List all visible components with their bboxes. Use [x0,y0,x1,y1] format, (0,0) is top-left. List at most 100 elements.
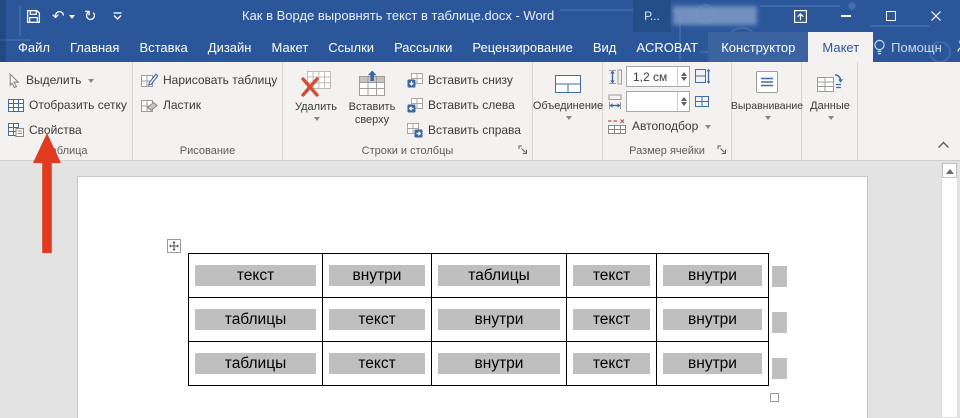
merge-button[interactable]: Объединение [533,62,603,123]
table-move-handle[interactable] [167,239,181,253]
table-cell[interactable]: таблицы [189,342,323,386]
cell-text: текст [573,309,650,330]
table-cell[interactable]: текст [567,342,657,386]
delete-button[interactable]: Удалить [289,62,343,141]
insert-below-button[interactable]: Вставить снизу [407,69,521,91]
select-table-button[interactable]: Выделить [8,69,132,91]
collapse-ribbon-chevron-icon [937,141,950,149]
eraser-icon [141,98,158,113]
rows-columns-dialog-launcher[interactable] [517,144,529,156]
tab-table-layout[interactable]: Макет [808,32,873,62]
alignment-button[interactable]: Выравнивание [732,62,802,123]
table-row: таблицы текст внутри текст внутри [189,342,769,386]
dialog-launcher-icon [717,145,727,155]
tab-design[interactable]: Дизайн [198,32,262,62]
redo-button[interactable]: ↻ [84,5,97,27]
delete-table-icon [300,70,332,97]
insert-left-button[interactable]: Вставить слева [407,94,521,116]
insert-above-icon [357,70,387,97]
cell-text: внутри [663,265,762,286]
end-of-row-selection-mark [772,266,787,287]
tab-insert[interactable]: Вставка [129,32,197,62]
tell-me-assistant[interactable]: Помощн [873,39,942,56]
height-spin-up-icon[interactable] [681,69,687,76]
annotation-arrow-properties [28,131,66,255]
maximize-button[interactable] [877,6,905,26]
view-gridlines-button[interactable]: Отобразить сетку [8,94,132,116]
table-cell[interactable]: внутри [432,342,567,386]
draw-table-button[interactable]: Нарисовать таблицу [141,69,282,91]
collapse-ribbon-button[interactable] [937,136,950,154]
insert-right-button[interactable]: Вставить справа [407,119,521,141]
undo-icon: ↶ [52,9,65,24]
save-button[interactable] [26,5,41,27]
table-cell[interactable]: текст [567,298,657,342]
ribbon-display-options-button[interactable] [786,6,814,26]
table-cell[interactable]: текст [567,254,657,298]
distribute-columns-icon [694,93,711,110]
insert-right-icon [407,123,423,138]
undo-dropdown-caret-icon[interactable] [69,15,75,22]
table-resize-handle[interactable] [770,393,779,402]
group-draw: Нарисовать таблицу Ластик Рисование [133,62,283,160]
group-rows-columns: Удалить Вставить сверху [283,62,533,160]
row-height-input[interactable]: 1,2 см [626,66,690,87]
minimize-button[interactable] [832,6,860,26]
width-spin-down-icon[interactable] [681,102,687,109]
table-cell[interactable]: текст [323,342,432,386]
data-button[interactable]: Данные [802,62,858,123]
table-properties-button[interactable]: Свойства [8,119,132,141]
close-button[interactable] [922,6,950,26]
tab-mailings[interactable]: Рассылки [384,32,462,62]
column-width-icon [608,94,622,110]
contextual-tab-group-header: Р... [633,0,671,32]
document-area: текст внутри таблицы текст внутри таблиц… [0,162,960,418]
gridlines-icon [8,99,24,112]
insert-above-button[interactable]: Вставить сверху [343,62,401,141]
ribbon-tab-bar: Файл Главная Вставка Дизайн Макет Ссылки… [0,32,960,62]
ribbon-display-options-icon [793,9,808,24]
table-cell[interactable]: внутри [657,298,769,342]
tab-file[interactable]: Файл [8,32,60,62]
table-cell[interactable]: текст [189,254,323,298]
share-button[interactable] [956,37,960,58]
merge-label: Объединение [533,100,603,113]
customize-quick-access-button[interactable] [112,5,123,27]
autofit-button[interactable]: Автоподбор [607,115,731,137]
width-spin-up-icon[interactable] [681,94,687,101]
table-cell[interactable]: таблицы [189,298,323,342]
cell-text: таблицы [195,353,316,374]
table-cell[interactable]: внутри [657,254,769,298]
cell-text: внутри [663,309,762,330]
tab-acrobat[interactable]: ACROBAT [626,32,708,62]
titlebar: ↶ ↻ Как в Ворде выровнять текст в таблиц… [0,0,960,32]
table-cell[interactable]: таблицы [432,254,567,298]
cell-text: текст [195,265,316,286]
end-of-row-selection-mark [772,358,787,379]
table-cell[interactable]: внутри [432,298,567,342]
table-cell[interactable]: внутри [657,342,769,386]
autofit-label: Автоподбор [632,119,698,133]
tab-home[interactable]: Главная [60,32,129,62]
undo-button[interactable]: ↶ [52,5,75,27]
tab-view[interactable]: Вид [583,32,627,62]
eraser-label: Ластик [163,98,201,112]
scroll-up-button[interactable] [942,163,957,178]
height-spin-down-icon[interactable] [681,77,687,84]
word-table[interactable]: текст внутри таблицы текст внутри таблиц… [188,253,769,386]
group-table-label: Таблица [0,145,132,157]
tab-review[interactable]: Рецензирование [462,32,582,62]
eraser-button[interactable]: Ластик [141,94,282,116]
vertical-scrollbar[interactable] [941,162,958,418]
insert-left-label: Вставить слева [428,98,515,112]
merge-cells-icon [554,72,582,96]
cell-size-dialog-launcher[interactable] [716,144,728,156]
tab-references[interactable]: Ссылки [318,32,384,62]
tab-table-design[interactable]: Конструктор [711,32,805,62]
table-cell[interactable]: внутри [323,254,432,298]
table-cell[interactable]: текст [323,298,432,342]
close-icon [930,10,942,22]
cell-text: текст [329,309,425,330]
column-width-input[interactable] [626,91,690,112]
tab-layout[interactable]: Макет [261,32,318,62]
